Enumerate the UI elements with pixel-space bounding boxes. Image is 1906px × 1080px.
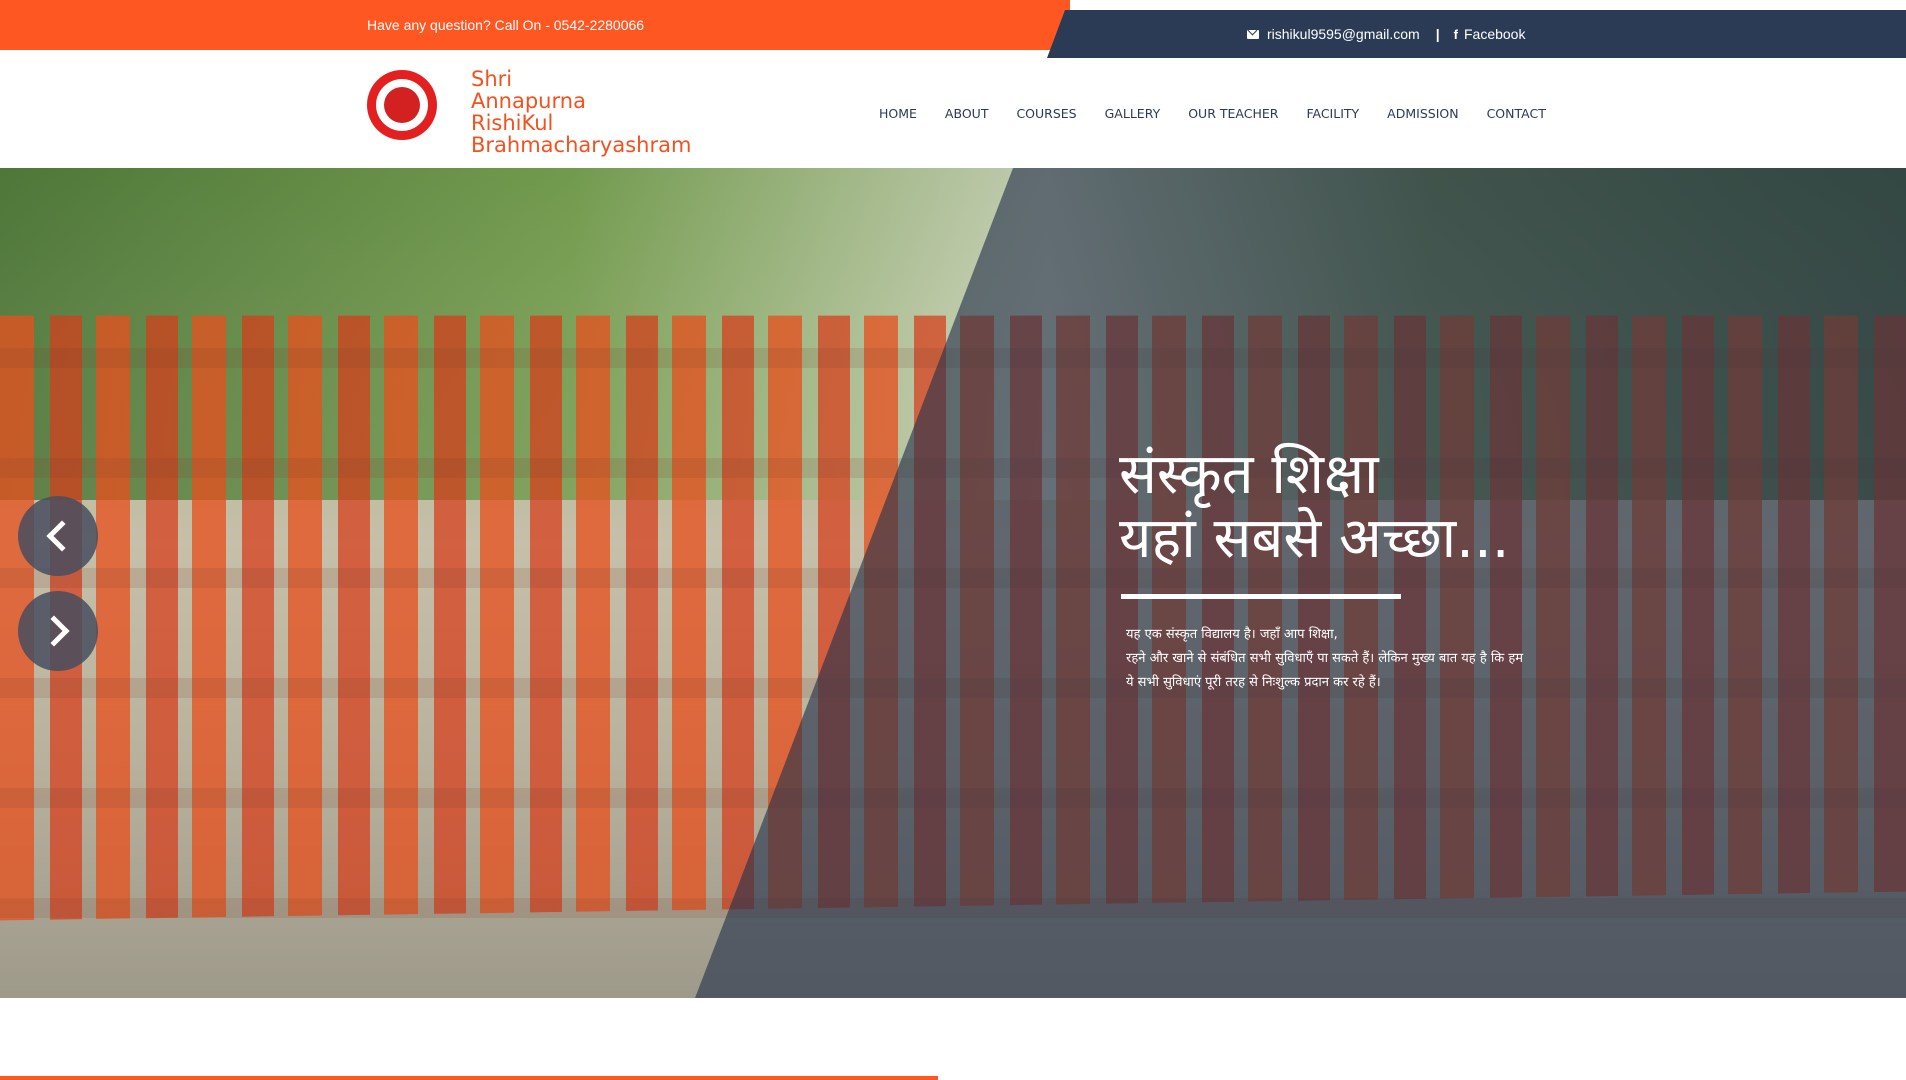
main-nav: HOME ABOUT COURSES GALLERY OUR TEACHER F… — [879, 106, 1546, 121]
slide-description: यह एक संस्कृत विद्यालय है। जहाँ आप शिक्ष… — [1126, 623, 1556, 695]
section-accent-line — [0, 1076, 938, 1080]
nav-about[interactable]: ABOUT — [945, 106, 989, 121]
mail-icon — [1247, 29, 1259, 39]
nav-contact[interactable]: CONTACT — [1487, 106, 1546, 121]
slider-prev-button[interactable] — [18, 496, 98, 576]
chevron-right-icon — [38, 615, 70, 647]
brand-line-2: Annapurna — [471, 89, 586, 113]
slide-title-line-2: यहां सबसे अच्छा... — [1119, 506, 1510, 571]
slide-text-line-1: यह एक संस्कृत विद्यालय है। जहाँ आप शिक्ष… — [1126, 627, 1338, 642]
nav-courses[interactable]: COURSES — [1016, 106, 1076, 121]
top-bar: Have any question? Call On - 0542-228006… — [0, 0, 1906, 58]
nav-our-teacher[interactable]: OUR TEACHER — [1188, 106, 1278, 121]
site-brand-name[interactable]: Shri Annapurna RishiKul Brahmacharyashra… — [471, 68, 701, 156]
separator: | — [1435, 26, 1440, 42]
brand-line-3: RishiKul — [471, 111, 554, 135]
email-link[interactable]: rishikul9595@gmail.com — [1267, 26, 1420, 42]
nav-gallery[interactable]: GALLERY — [1105, 106, 1161, 121]
chevron-left-icon — [46, 520, 78, 552]
top-bar-links: rishikul9595@gmail.com | f Facebook — [1247, 26, 1525, 42]
logo-inner-ring — [376, 79, 428, 131]
nav-home[interactable]: HOME — [879, 106, 917, 121]
slider-next-button[interactable] — [18, 591, 98, 671]
facebook-link[interactable]: Facebook — [1464, 26, 1525, 42]
slide-text-line-3: ये सभी सुविधाएं पूरी तरह से निःशुल्क प्र… — [1126, 675, 1381, 690]
contact-phone-text: Have any question? Call On - 0542-228006… — [367, 17, 645, 33]
brand-line-1: Shri — [471, 67, 513, 91]
nav-admission[interactable]: ADMISSION — [1387, 106, 1458, 121]
slide-divider — [1121, 594, 1401, 599]
facebook-icon: f — [1453, 26, 1458, 42]
slide-title: संस्कृत शिक्षा यहां सबसे अच्छा... — [1119, 443, 1510, 571]
brand-line-4: Brahmacharyashram — [471, 133, 692, 157]
school-seal-logo[interactable] — [367, 70, 437, 140]
nav-facility[interactable]: FACILITY — [1306, 106, 1359, 121]
slide-title-line-1: संस्कृत शिक्षा — [1119, 442, 1379, 507]
hero-slider: संस्कृत शिक्षा यहां सबसे अच्छा... यह एक … — [0, 168, 1906, 998]
logo-emblem — [384, 87, 420, 123]
slide-text-line-2: रहने और खाने से संबंधित सभी सुविधाएँ पा … — [1126, 651, 1524, 666]
